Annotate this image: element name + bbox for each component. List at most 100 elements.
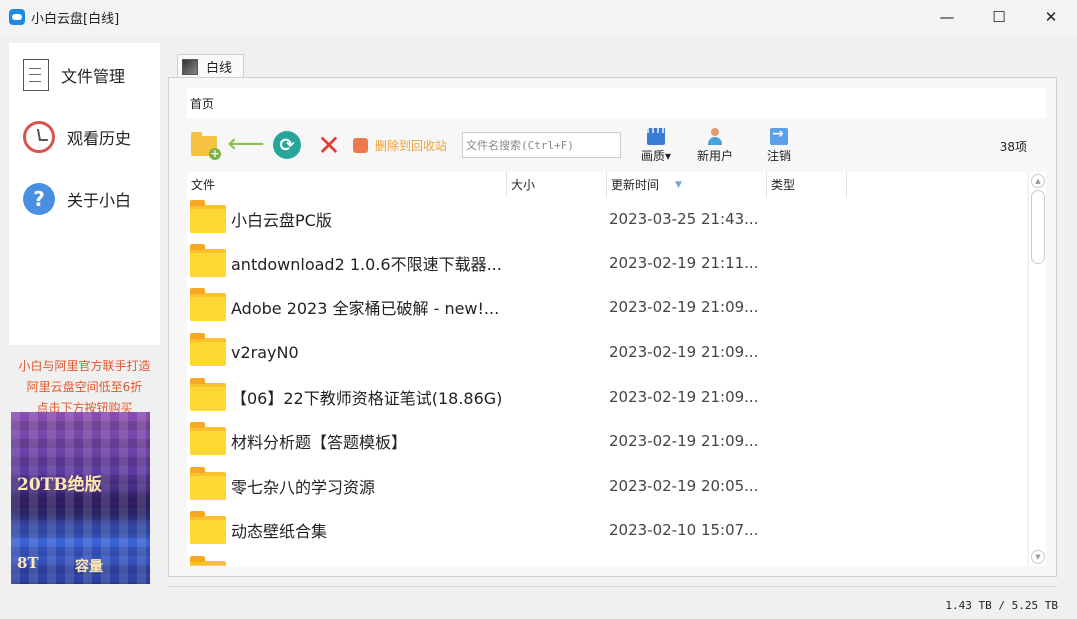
quality-label: 画质▾ <box>641 147 671 164</box>
avatar <box>182 58 198 75</box>
table-row[interactable]: v2rayN0 2023-02-19 21:09... <box>187 330 1027 374</box>
folder-icon <box>190 244 226 277</box>
file-name: 零七杂八的学习资源 <box>231 478 376 497</box>
updated-time: 2023-02-19 21:09... <box>609 388 759 406</box>
folder-icon <box>190 467 226 500</box>
title-bar: 小白云盘[白线] — ☐ ✕ <box>0 0 1077 34</box>
new-user-button[interactable]: 新用户 <box>697 128 733 164</box>
updated-time: 2023-02-19 21:11... <box>609 254 759 272</box>
sidebar-item-file-management[interactable]: 文件管理 <box>23 55 125 95</box>
search-input[interactable] <box>462 132 621 158</box>
logout-button[interactable]: 注销 <box>767 126 792 164</box>
column-label: 更新时间 <box>611 178 660 192</box>
sidebar-item-watch-history[interactable]: 观看历史 <box>23 117 131 157</box>
logout-icon <box>770 126 788 145</box>
table-header: 文件 大小 更新时间 ▼ 类型 <box>187 172 1027 197</box>
promo-text: 小白与阿里官方联手打造 阿里云盘空间低至6折 点击下方按钮购买 <box>9 356 160 419</box>
file-name: v2rayN0 <box>231 342 299 362</box>
close-button[interactable]: ✕ <box>1025 0 1077 34</box>
folder-icon <box>190 422 226 455</box>
storage-usage: 1.43 TB / 5.25 TB <box>945 599 1058 612</box>
updated-time: 2023-02-19 21:09... <box>609 432 759 450</box>
sidebar-item-label: 关于小白 <box>67 191 132 210</box>
updated-time: 2023-02-19 21:09... <box>609 298 759 316</box>
tab-label: 白线 <box>206 61 233 76</box>
table-row[interactable]: antdownload2 1.0.6不限速下载器... 2023-02-19 2… <box>187 241 1027 285</box>
folder-icon <box>190 378 226 411</box>
window-controls: — ☐ ✕ <box>921 0 1077 34</box>
back-button[interactable]: ⟵ <box>227 129 264 159</box>
file-name: 【06】22下教师资格证笔试(18.86G) <box>231 389 503 408</box>
updated-time: 2023-02-19 20:05... <box>609 477 759 495</box>
column-label: 类型 <box>771 178 796 192</box>
minimize-button[interactable]: — <box>921 0 973 34</box>
folder-icon <box>190 288 226 321</box>
logout-label: 注销 <box>767 149 792 163</box>
vertical-scrollbar[interactable]: ▲ ▼ <box>1028 172 1046 566</box>
delete-button[interactable]: ✕ <box>315 129 343 162</box>
quality-text: 画质 <box>641 149 666 163</box>
history-icon <box>23 121 55 153</box>
updated-time: 2023-03-25 21:43... <box>609 210 759 228</box>
file-name: 小白云盘PC版 <box>231 211 332 230</box>
scroll-thumb[interactable] <box>1031 190 1045 264</box>
sidebar-item-label: 文件管理 <box>61 67 126 86</box>
table-row[interactable]: 【06】22下教师资格证笔试(18.86G) 2023-02-19 21:09.… <box>187 375 1027 419</box>
scroll-up-icon[interactable]: ▲ <box>1031 174 1045 188</box>
file-name: 动态壁纸合集 <box>231 522 328 541</box>
divider <box>168 586 1057 587</box>
file-name: Adobe 2023 全家桶已破解 - new!... <box>231 299 500 318</box>
column-header-type[interactable]: 类型 <box>767 172 847 197</box>
new-folder-button[interactable] <box>190 131 221 160</box>
sidebar-item-about[interactable]: ? 关于小白 <box>23 179 131 219</box>
breadcrumb-home[interactable]: 首页 <box>190 95 214 112</box>
user-add-icon <box>706 128 724 145</box>
breadcrumb[interactable]: 首页 <box>187 88 1046 118</box>
clapperboard-icon <box>647 128 666 145</box>
folder-icon <box>190 333 226 366</box>
table-row[interactable] <box>187 553 1027 566</box>
column-label: 大小 <box>511 178 536 192</box>
banner-capacity: 容量 <box>75 559 103 575</box>
help-icon: ? <box>23 183 55 215</box>
promo-banner[interactable]: 20TB绝版 8T 容量 <box>11 412 150 584</box>
table-row[interactable]: 动态壁纸合集 2023-02-10 15:07... <box>187 508 1027 552</box>
table-row[interactable]: 材料分析题【答题模板】 2023-02-19 21:09... <box>187 419 1027 463</box>
sort-desc-icon: ▼ <box>675 179 682 190</box>
updated-time: 2023-02-19 21:09... <box>609 343 759 361</box>
file-name: 材料分析题【答题模板】 <box>231 433 408 452</box>
promo-line: 阿里云盘空间低至6折 <box>26 380 143 394</box>
table-row[interactable]: 小白云盘PC版 2023-03-25 21:43... <box>187 197 1027 241</box>
recycle-checkbox[interactable] <box>353 137 368 153</box>
account-tab[interactable]: 白线 <box>177 54 244 78</box>
toolbar: ⟵ ⟳ ✕ 删除到回收站 画质▾ 新用户 注销 38项 <box>187 126 1047 164</box>
table-row[interactable]: 零七杂八的学习资源 2023-02-19 20:05... <box>187 464 1027 508</box>
recycle-option[interactable]: 删除到回收站 <box>353 136 447 154</box>
banner-title: 20TB绝版 <box>17 475 102 495</box>
caret-down-icon: ▾ <box>665 149 672 163</box>
file-list: 小白云盘PC版 2023-03-25 21:43... antdownload2… <box>187 197 1027 566</box>
sidebar-item-label: 观看历史 <box>67 129 132 148</box>
folder-icon <box>190 200 226 233</box>
new-user-label: 新用户 <box>697 149 734 163</box>
maximize-button[interactable]: ☐ <box>973 0 1025 34</box>
folder-icon <box>190 511 226 544</box>
recycle-label: 删除到回收站 <box>375 138 448 153</box>
banner-size: 8T <box>17 554 39 572</box>
column-header-updated[interactable]: 更新时间 ▼ <box>607 172 767 197</box>
promo-line: 小白与阿里官方联手打造 <box>18 359 151 373</box>
column-header-file[interactable]: 文件 <box>187 172 507 197</box>
document-icon <box>23 59 49 91</box>
updated-time: 2023-02-10 15:07... <box>609 521 759 539</box>
sidebar: 文件管理 观看历史 ? 关于小白 <box>9 43 160 345</box>
column-header-size[interactable]: 大小 <box>507 172 607 197</box>
window-title: 小白云盘[白线] <box>31 11 120 27</box>
item-count: 38项 <box>999 140 1027 154</box>
folder-icon <box>190 556 226 566</box>
new-folder-icon <box>191 132 221 160</box>
scroll-down-icon[interactable]: ▼ <box>1031 550 1045 564</box>
quality-button[interactable]: 画质▾ <box>641 128 671 164</box>
file-name: antdownload2 1.0.6不限速下载器... <box>231 255 502 274</box>
refresh-button[interactable]: ⟳ <box>273 131 301 159</box>
table-row[interactable]: Adobe 2023 全家桶已破解 - new!... 2023-02-19 2… <box>187 285 1027 329</box>
